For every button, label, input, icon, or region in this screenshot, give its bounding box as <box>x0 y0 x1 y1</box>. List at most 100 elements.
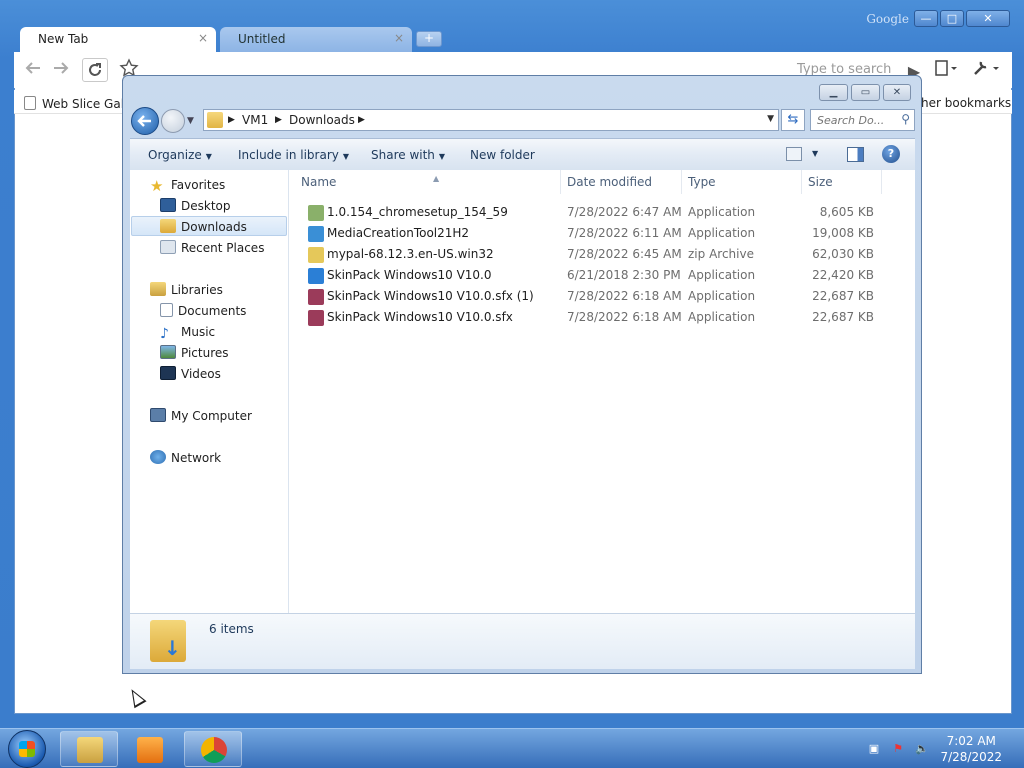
tab-close-icon[interactable]: × <box>394 31 404 45</box>
breadcrumb-arrow-icon[interactable]: ▶ <box>275 115 282 125</box>
breadcrumb-downloads[interactable]: Downloads <box>289 113 355 127</box>
tab-close-icon[interactable]: × <box>198 31 208 45</box>
zip-icon <box>308 247 324 263</box>
file-name: mypal-68.12.3.en-US.win32 <box>327 247 494 261</box>
column-header-name[interactable]: Name ▲ <box>295 170 561 194</box>
nav-documents[interactable]: Documents <box>160 301 246 321</box>
refresh-icon[interactable]: ⇆ <box>781 109 805 131</box>
address-bar[interactable]: ▶ VM1 ▶ Downloads ▶ ▼ <box>203 109 779 131</box>
file-date-modified: 7/28/2022 6:11 AM <box>567 226 682 240</box>
back-button[interactable] <box>131 107 159 135</box>
file-size: 62,030 KB <box>812 247 874 261</box>
sort-ascending-icon: ▲ <box>433 174 440 183</box>
nav-favorites[interactable]: ★ Favorites <box>150 175 225 195</box>
file-row[interactable]: SkinPack Windows10 V10.0.sfx 7/28/2022 6:… <box>289 307 915 328</box>
action-center-alert-icon[interactable]: ⚑ <box>891 742 905 756</box>
close-button[interactable]: ✕ <box>883 84 911 101</box>
chevron-down-icon: ▼ <box>205 152 212 161</box>
maximize-button[interactable]: ▭ <box>851 84 880 101</box>
file-name: MediaCreationTool21H2 <box>327 226 470 240</box>
other-bookmarks[interactable]: her bookmarks <box>921 96 1011 110</box>
help-icon[interactable]: ? <box>882 145 900 163</box>
column-header-size[interactable]: Size <box>802 170 882 194</box>
taskbar-explorer-button[interactable] <box>60 731 118 767</box>
wrench-icon[interactable] <box>972 60 999 80</box>
media-tool-icon <box>308 226 324 242</box>
file-size: 22,687 KB <box>812 289 874 303</box>
clock-date: 7/28/2022 <box>940 750 1002 764</box>
network-icon <box>150 450 166 464</box>
file-type: Application <box>688 310 756 324</box>
file-type: Application <box>688 268 756 282</box>
page-menu-icon[interactable] <box>934 60 957 80</box>
folder-icon <box>207 112 223 128</box>
star-icon: ★ <box>150 177 164 195</box>
breadcrumb-vm1[interactable]: VM1 <box>242 113 268 127</box>
bookmark-item[interactable]: Web Slice Galle <box>24 96 135 111</box>
forward-button[interactable] <box>161 109 185 133</box>
chevron-down-icon: ▼ <box>438 152 446 161</box>
pictures-icon <box>160 345 176 359</box>
explorer-window-controls: ▁ ▭ ✕ <box>816 84 911 101</box>
navigation-pane: ★ Favorites Desktop Downloads Recent Plac… <box>130 170 289 613</box>
downloads-folder-icon: ↓ <box>150 620 186 662</box>
windows-app-icon <box>308 268 324 284</box>
back-arrow-icon[interactable] <box>22 60 44 80</box>
file-row[interactable]: MediaCreationTool21H2 7/28/2022 6:11 AM Ap… <box>289 223 915 244</box>
maximize-button[interactable]: □ <box>940 10 964 27</box>
volume-icon[interactable]: 🔈 <box>915 742 929 756</box>
nav-music[interactable]: ♪ Music <box>160 322 215 342</box>
file-date-modified: 7/28/2022 6:18 AM <box>567 289 682 303</box>
downloads-folder-icon <box>160 219 176 233</box>
nav-desktop[interactable]: Desktop <box>160 196 231 216</box>
column-header-type[interactable]: Type <box>682 170 802 194</box>
forward-arrow-icon[interactable] <box>50 60 72 80</box>
file-row[interactable]: SkinPack Windows10 V10.0 6/21/2018 2:30 P… <box>289 265 915 286</box>
nav-videos[interactable]: Videos <box>160 364 221 384</box>
nav-pictures[interactable]: Pictures <box>160 343 229 363</box>
include-in-library-button[interactable]: Include in library ▼ <box>238 148 349 162</box>
new-folder-button[interactable]: New folder <box>470 148 535 162</box>
address-dropdown-icon[interactable]: ▼ <box>767 114 774 124</box>
file-date-modified: 7/28/2022 6:45 AM <box>567 247 682 261</box>
view-dropdown-icon[interactable]: ▼ <box>812 149 818 158</box>
start-button[interactable] <box>8 730 46 768</box>
nav-libraries[interactable]: Libraries <box>150 280 223 300</box>
search-icon[interactable]: ⚲ <box>901 112 910 126</box>
taskbar-chrome-button[interactable] <box>184 731 242 767</box>
tab-untitled[interactable]: Untitled × <box>220 27 412 52</box>
file-row[interactable]: 1.0.154_chromesetup_154_59 7/28/2022 6:47… <box>289 202 915 223</box>
file-date-modified: 6/21/2018 2:30 PM <box>567 268 681 282</box>
column-header-date-modified[interactable]: Date modified <box>561 170 682 194</box>
minimize-button[interactable]: ▁ <box>819 84 848 101</box>
libraries-icon <box>150 282 166 296</box>
clock[interactable]: 7:02 AM 7/28/2022 <box>940 733 1002 765</box>
nav-my-computer[interactable]: My Computer <box>150 406 252 426</box>
search-input[interactable] <box>817 111 897 129</box>
nav-recent-places[interactable]: Recent Places <box>160 238 264 258</box>
change-view-icon[interactable] <box>786 147 802 161</box>
tab-label: Untitled <box>238 32 286 46</box>
nav-downloads[interactable]: Downloads <box>131 216 287 236</box>
taskbar-media-player-button[interactable] <box>120 731 178 767</box>
preview-pane-icon[interactable] <box>847 147 864 162</box>
breadcrumb-arrow-icon[interactable]: ▶ <box>358 115 365 125</box>
installer-icon <box>308 205 324 221</box>
minimize-button[interactable]: — <box>914 10 938 27</box>
file-row[interactable]: mypal-68.12.3.en-US.win32 7/28/2022 6:45 … <box>289 244 915 265</box>
breadcrumb-arrow-icon[interactable]: ▶ <box>228 115 235 125</box>
tab-new-tab[interactable]: New Tab × <box>20 27 216 52</box>
share-with-button[interactable]: Share with ▼ <box>371 148 445 162</box>
network-tray-icon[interactable]: ▣ <box>867 742 881 756</box>
nav-network[interactable]: Network <box>150 448 221 468</box>
new-tab-button[interactable]: + <box>416 31 442 47</box>
close-button[interactable]: ✕ <box>966 10 1010 27</box>
recent-pages-dropdown-icon[interactable]: ▼ <box>187 116 194 126</box>
file-row[interactable]: SkinPack Windows10 V10.0.sfx (1) 7/28/202… <box>289 286 915 307</box>
search-box[interactable]: ⚲ <box>810 109 915 131</box>
taskbar: ▣ ⚑ 🔈 7:02 AM 7/28/2022 <box>0 728 1024 768</box>
reload-icon[interactable] <box>82 58 108 82</box>
organize-button[interactable]: Organize ▼ <box>148 148 212 162</box>
file-date-modified: 7/28/2022 6:18 AM <box>567 310 682 324</box>
file-type: Application <box>688 289 756 303</box>
